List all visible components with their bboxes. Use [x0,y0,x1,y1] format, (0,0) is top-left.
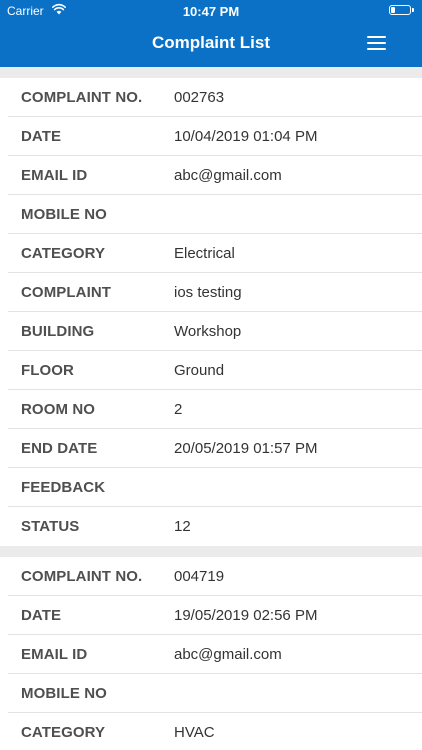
field-label: BUILDING [21,323,95,340]
field-value: 20/05/2019 01:57 PM [174,440,318,457]
field-label: MOBILE NO [21,206,107,223]
field-label: EMAIL ID [21,646,88,663]
battery-nub [412,8,414,12]
field-value: 19/05/2019 02:56 PM [174,607,318,624]
complaint-field-row: ROOM NO 2 [8,390,422,429]
complaint-field-row: EMAIL ID abc@gmail.com [8,156,422,195]
complaint-field-row: FEEDBACK [8,468,422,507]
field-label: DATE [21,607,62,624]
field-label: COMPLAINT NO. [21,89,143,106]
field-label: FEEDBACK [21,479,106,496]
card-separator [0,546,422,557]
battery-level [391,7,395,13]
complaint-field-row: DATE 19/05/2019 02:56 PM [8,596,422,635]
complaint-field-row: COMPLAINT ios testing [8,273,422,312]
field-label: COMPLAINT [21,284,112,301]
field-value: 10/04/2019 01:04 PM [174,128,318,145]
status-bar: Carrier 10:47 PM [0,0,422,22]
complaint-field-row: MOBILE NO [8,674,422,713]
field-value: HVAC [174,724,215,741]
complaint-field-row: COMPLAINT NO. 002763 [8,78,422,117]
field-value: 004719 [174,568,225,585]
card-separator [0,67,422,78]
field-value: Electrical [174,245,235,262]
clock: 10:47 PM [182,4,240,19]
complaint-card[interactable]: COMPLAINT NO. 004719 DATE 19/05/2019 02:56 … [0,557,422,750]
complaint-field-row: MOBILE NO [8,195,422,234]
field-label: STATUS [21,518,80,535]
field-label: FLOOR [21,362,74,379]
field-label: CATEGORY [21,724,106,741]
complaint-card[interactable]: COMPLAINT NO. 002763 DATE 10/04/2019 01:04 … [0,78,422,546]
menu-line [367,36,386,38]
field-value: 12 [174,518,191,535]
complaint-field-row: BUILDING Workshop [8,312,422,351]
field-label: MOBILE NO [21,685,107,702]
field-value: ios testing [174,284,242,301]
field-label: END DATE [21,440,98,457]
complaint-field-row: CATEGORY Electrical [8,234,422,273]
field-label: DATE [21,128,62,145]
field-value: Workshop [174,323,242,340]
complaint-field-row: END DATE 20/05/2019 01:57 PM [8,429,422,468]
complaint-field-row: COMPLAINT NO. 004719 [8,557,422,596]
complaint-list[interactable]: COMPLAINT NO. 002763 DATE 10/04/2019 01:04 … [0,67,422,750]
field-label: EMAIL ID [21,167,88,184]
hamburger-menu-icon[interactable] [363,30,391,58]
complaint-field-row: STATUS 12 [8,507,422,546]
field-value: Ground [174,362,225,379]
menu-line [367,42,386,44]
field-value: abc@gmail.com [174,167,282,184]
field-value: 002763 [174,89,225,106]
field-value: abc@gmail.com [174,646,282,663]
navigation-bar: Complaint List [0,22,422,67]
complaint-field-row: FLOOR Ground [8,351,422,390]
page-title: Complaint List [151,33,271,52]
field-label: COMPLAINT NO. [21,568,143,585]
field-value: 2 [174,401,183,418]
field-label: ROOM NO [21,401,96,418]
complaint-field-row: EMAIL ID abc@gmail.com [8,635,422,674]
menu-line [367,48,386,50]
app-header: Carrier 10:47 PM Complaint List [0,0,422,67]
battery-icon [389,5,411,15]
complaint-field-row: DATE 10/04/2019 01:04 PM [8,117,422,156]
complaint-field-row: CATEGORY HVAC [8,713,422,750]
field-label: CATEGORY [21,245,106,262]
